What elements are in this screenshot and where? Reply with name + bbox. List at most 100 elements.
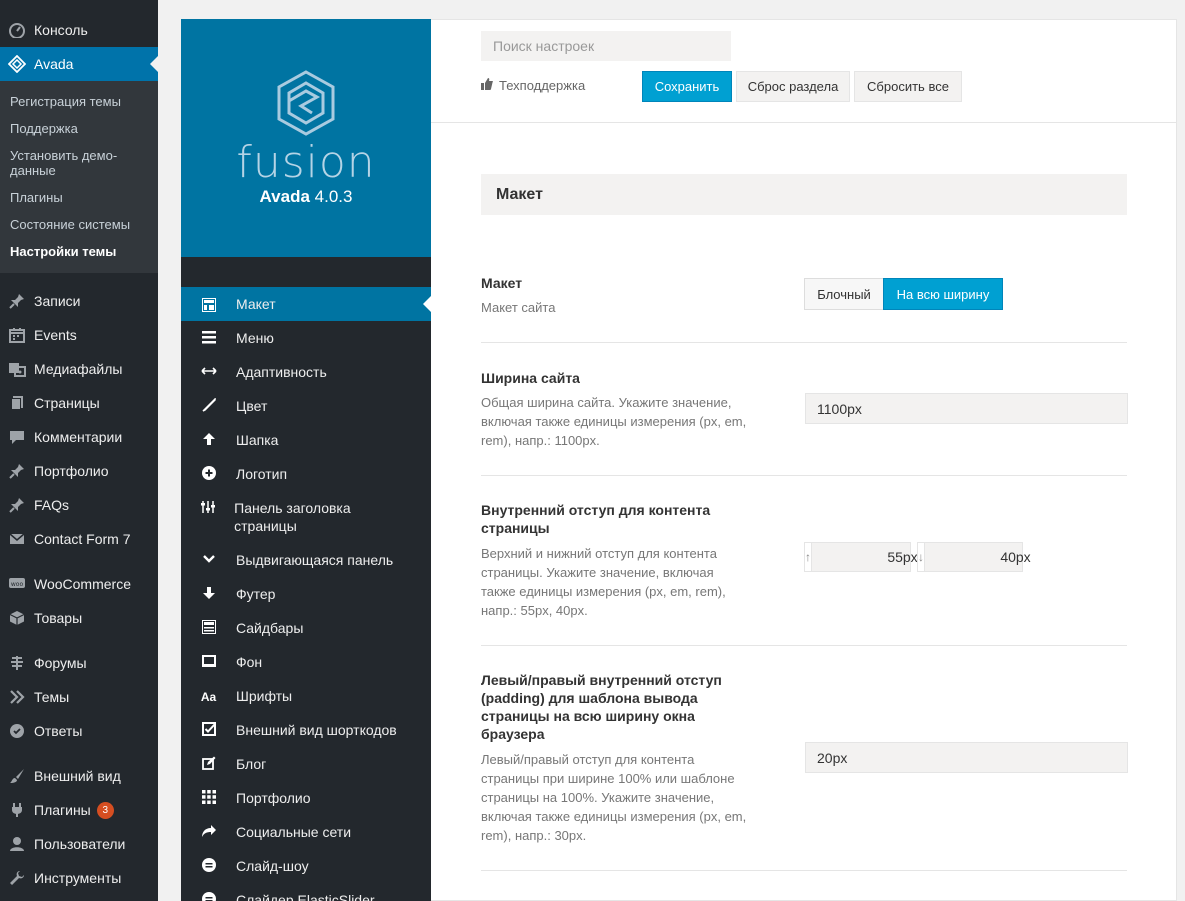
wp-menu-item-products[interactable]: Товары (0, 601, 158, 635)
edit-icon (181, 755, 236, 770)
nav-item-sidebars[interactable]: Сайдбары (181, 619, 431, 637)
slideshow-icon (181, 891, 236, 901)
layout-option-wide[interactable]: На всю ширину (883, 278, 1003, 310)
plugin-icon (0, 802, 34, 818)
thumbs-up-icon (481, 78, 493, 93)
wp-menu-item-portfolio[interactable]: Портфолио (0, 454, 158, 488)
wp-menu-item-forums[interactable]: Форумы (0, 646, 158, 680)
wp-menu-item-media[interactable]: Медиафайлы (0, 352, 158, 386)
chevron-down-icon (181, 551, 236, 566)
wp-menu-item-woocommerce[interactable]: woo WooCommerce (0, 567, 158, 601)
wp-menu-item-tools[interactable]: Инструменты (0, 861, 158, 895)
nav-item-portfolio[interactable]: Портфолио (181, 789, 431, 807)
slideshow-icon (181, 857, 236, 872)
nav-item-sliding-bar[interactable]: Выдвигающаяся панель (181, 551, 431, 569)
share-icon (181, 823, 236, 838)
wp-submenu-theme-options[interactable]: Настройки темы (10, 244, 150, 259)
site-width-input[interactable] (805, 393, 1128, 424)
field-desc-layout: Макет сайта (481, 300, 556, 315)
field-desc-hundred-percent-padding: Левый/правый отступ для контента страниц… (481, 752, 747, 843)
topics-icon (0, 689, 34, 705)
layout-option-boxed[interactable]: Блочный (804, 278, 884, 310)
nav-item-fonts[interactable]: Aa Шрифты (181, 687, 431, 706)
svg-text:woo: woo (11, 581, 24, 588)
plus-circle-icon (181, 465, 236, 480)
reset-section-button[interactable]: Сброс раздела (736, 71, 850, 102)
wp-submenu-theme-registration[interactable]: Регистрация темы (10, 94, 150, 109)
product-version: Avada 4.0.3 (259, 187, 353, 206)
wp-menu-item-faqs[interactable]: FAQs (0, 488, 158, 522)
font-icon: Aa (200, 690, 217, 704)
nav-item-footer[interactable]: Футер (181, 585, 431, 603)
nav-item-color[interactable]: Цвет (181, 397, 431, 415)
hundred-percent-padding-input[interactable] (805, 742, 1128, 773)
brush-icon (0, 768, 34, 784)
padding-bottom-field: ↓ (917, 542, 1106, 572)
wp-menu-item-plugins[interactable]: Плагины 3 (0, 793, 158, 827)
field-divider (481, 645, 1127, 646)
topbar-divider (431, 122, 1176, 123)
wp-menu-item-pages[interactable]: Страницы (0, 386, 158, 420)
field-title-page-padding: Внутренний отступ для контента страницы (481, 502, 711, 536)
wp-menu-item-topics[interactable]: Темы (0, 680, 158, 714)
wp-menu-item-contact-form[interactable]: Contact Form 7 (0, 522, 158, 556)
wp-menu-item-console[interactable]: Консоль (0, 13, 158, 47)
padding-bottom-input[interactable] (925, 543, 1106, 571)
avada-icon (0, 55, 34, 73)
reset-all-button[interactable]: Сбросить все (854, 71, 962, 102)
nav-item-logo[interactable]: Логотип (181, 465, 431, 483)
wp-submenu-support[interactable]: Поддержка (10, 121, 150, 136)
wp-menu-item-comments[interactable]: Комментарии (0, 420, 158, 454)
wp-submenu-avada: Регистрация темы Поддержка Установить де… (0, 81, 158, 273)
pages-icon (0, 395, 34, 411)
pin-icon (0, 497, 34, 513)
wp-menu-item-users[interactable]: Пользователи (0, 827, 158, 861)
wrench-icon (0, 870, 34, 886)
brand-header: fusion Avada 4.0.3 (181, 19, 431, 257)
sliders-icon (181, 499, 234, 514)
arrow-down-icon: ↓ (918, 543, 925, 571)
field-desc-page-padding: Верхний и нижний отступ для контента стр… (481, 546, 726, 618)
nav-item-background[interactable]: Фон (181, 653, 431, 671)
dashboard-icon (0, 22, 34, 38)
wp-menu-item-posts[interactable]: Записи (0, 284, 158, 318)
field-title-hundred-percent-padding: Левый/правый внутренний отступ (padding)… (481, 672, 722, 742)
section-title: Макет (481, 174, 1127, 215)
wp-menu-item-appearance[interactable]: Внешний вид (0, 759, 158, 793)
save-button[interactable]: Сохранить (642, 71, 732, 102)
pin-icon (0, 293, 34, 309)
wp-menu-item-replies[interactable]: Ответы (0, 714, 158, 748)
arrow-down-icon (181, 585, 236, 600)
nav-item-slideshows[interactable]: Слайд-шоу (181, 857, 431, 875)
plugins-update-badge: 3 (96, 801, 114, 819)
cube-icon (0, 610, 34, 626)
woo-icon: woo (0, 577, 34, 591)
brush-icon (181, 397, 236, 412)
fusion-wordmark: fusion (236, 137, 376, 188)
comment-icon (0, 429, 34, 445)
nav-item-blog[interactable]: Блог (181, 755, 431, 773)
support-link[interactable]: Техподдержка (481, 78, 585, 93)
replies-icon (0, 723, 34, 739)
monitor-icon (181, 653, 236, 668)
nav-item-layout[interactable]: Макет (181, 287, 431, 321)
wp-submenu-system-status[interactable]: Состояние системы (10, 217, 150, 232)
search-options-input[interactable] (481, 31, 731, 61)
padding-top-field: ↑ (804, 542, 993, 572)
nav-item-shortcode-styling[interactable]: Внешний вид шорткодов (181, 721, 431, 739)
grid-icon (181, 789, 236, 804)
wp-submenu-plugins[interactable]: Плагины (10, 190, 150, 205)
nav-item-social-media[interactable]: Социальные сети (181, 823, 431, 841)
media-icon (0, 361, 34, 377)
wp-menu-item-avada[interactable]: Avada (0, 47, 158, 81)
nav-item-header[interactable]: Шапка (181, 431, 431, 449)
wp-menu-item-events[interactable]: Events (0, 318, 158, 352)
nav-item-menu[interactable]: Меню (181, 329, 431, 347)
nav-item-responsive[interactable]: Адаптивность (181, 363, 431, 381)
fusion-logo-icon (277, 70, 335, 136)
user-icon (0, 836, 34, 852)
forum-icon (0, 655, 34, 671)
wp-submenu-install-demo[interactable]: Установить демо-данные (10, 148, 135, 178)
nav-item-elastic-slider[interactable]: Слайдер ElasticSlider (181, 891, 431, 901)
nav-item-page-title-bar[interactable]: Панель заголовка страницы (181, 499, 411, 535)
